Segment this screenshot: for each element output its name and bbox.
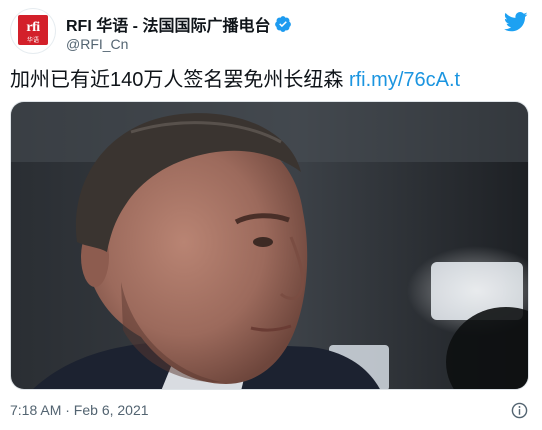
verified-badge-icon xyxy=(275,16,292,32)
tweet-timestamp[interactable]: 7:18 AM · Feb 6, 2021 xyxy=(10,402,149,418)
photo-illustration xyxy=(11,102,528,389)
twitter-bird-icon[interactable] xyxy=(504,12,528,32)
tweet-card: rfi 华语 RFI 华语 - 法国国际广播电台 @RFI_Cn 加州已有近14… xyxy=(0,0,542,430)
avatar[interactable]: rfi 华语 xyxy=(10,8,56,54)
tweet-photo[interactable] xyxy=(10,101,529,390)
info-icon[interactable] xyxy=(511,402,528,419)
account-name[interactable]: RFI 华语 - 法国国际广播电台 xyxy=(66,12,270,36)
rfi-logo: rfi 华语 xyxy=(18,15,48,45)
account-handle[interactable]: @RFI_Cn xyxy=(66,36,128,52)
tweet-text: 加州已有近140万人签名罢免州长纽森 rfi.my/76cA.t xyxy=(10,66,532,94)
tweet-body: 加州已有近140万人签名罢免州长纽森 xyxy=(10,69,344,91)
tweet-link[interactable]: rfi.my/76cA.t xyxy=(349,69,460,91)
rfi-logo-subtext: 华语 xyxy=(26,38,39,44)
account-name-row[interactable]: RFI 华语 - 法国国际广播电台 xyxy=(66,12,292,36)
rfi-logo-text: rfi xyxy=(26,20,40,35)
